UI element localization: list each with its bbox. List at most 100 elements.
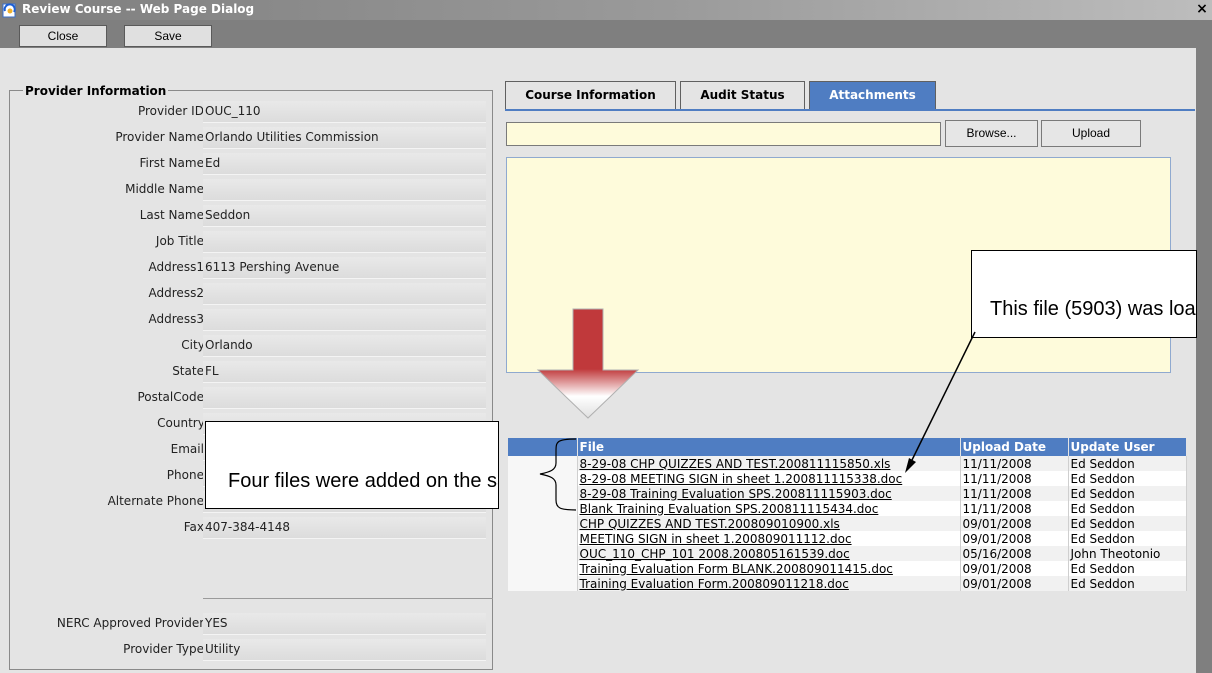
- upload-date-cell: 09/01/2008: [960, 531, 1069, 546]
- row-selector[interactable]: [508, 471, 578, 486]
- first-name-value: Ed: [203, 153, 486, 175]
- address2-value: [203, 283, 486, 305]
- table-row[interactable]: OUC_110_CHP_101 2008.200805161539.doc 05…: [508, 546, 1187, 561]
- file-link[interactable]: 8-29-08 CHP QUIZZES AND TEST.20081111585…: [577, 456, 961, 471]
- divider: [203, 598, 493, 599]
- provider-information-panel: Provider Information Provider ID: OUC_11…: [9, 84, 494, 670]
- close-button[interactable]: Close: [19, 25, 107, 47]
- last-name-row: Last Name: Seddon: [10, 202, 494, 228]
- save-button[interactable]: Save: [124, 25, 212, 47]
- table-row[interactable]: Training Evaluation Form BLANK.200809011…: [508, 561, 1187, 576]
- fax-value: 407-384-4148: [203, 517, 486, 539]
- file-link[interactable]: 8-29-08 Training Evaluation SPS.20081111…: [577, 486, 961, 501]
- tab-audit-status[interactable]: Audit Status: [680, 81, 805, 109]
- tab-attachments[interactable]: Attachments: [809, 81, 936, 109]
- table-row[interactable]: 8-29-08 MEETING SIGN in sheet 1.20081111…: [508, 471, 1187, 486]
- field-label: Alternate Phone:: [107, 494, 208, 508]
- field-label: Phone:: [166, 468, 208, 482]
- upload-date-cell: 11/11/2008: [960, 471, 1069, 486]
- table-header-row: File Upload Date Update User: [508, 438, 1187, 456]
- tab-underline: [505, 109, 1195, 111]
- address3-value: [203, 309, 486, 331]
- window-title: Review Course -- Web Page Dialog: [22, 2, 255, 16]
- column-header-file[interactable]: File: [577, 438, 961, 456]
- table-row[interactable]: Training Evaluation Form.200809011218.do…: [508, 576, 1187, 591]
- row-selector[interactable]: [508, 456, 578, 471]
- field-label: Address3:: [148, 312, 208, 326]
- field-label: Middle Name:: [125, 182, 208, 196]
- city-value: Orlando: [203, 335, 486, 357]
- row-selector[interactable]: [508, 516, 578, 531]
- state-value: FL: [203, 361, 486, 383]
- address3-row: Address3:: [10, 306, 494, 332]
- provider-type-row: Provider Type: Utility: [10, 636, 494, 662]
- title-bar: Review Course -- Web Page Dialog ×: [0, 0, 1212, 20]
- table-row[interactable]: MEETING SIGN in sheet 1.200809011112.doc…: [508, 531, 1187, 546]
- table-row[interactable]: 8-29-08 Training Evaluation SPS.20081111…: [508, 486, 1187, 501]
- state-row: State: FL: [10, 358, 494, 384]
- postal-code-row: PostalCode:: [10, 384, 494, 410]
- row-selector[interactable]: [508, 501, 578, 516]
- upload-date-cell: 09/01/2008: [960, 516, 1069, 531]
- close-window-icon[interactable]: ×: [1194, 1, 1210, 18]
- row-selector[interactable]: [508, 561, 578, 576]
- file-link[interactable]: Blank Training Evaluation SPS.2008111154…: [577, 501, 961, 516]
- nerc-approved-value: YES: [203, 613, 486, 635]
- job-title-value: [203, 231, 486, 253]
- table-row[interactable]: CHP QUIZZES AND TEST.200809010900.xls 09…: [508, 516, 1187, 531]
- upload-button[interactable]: Upload: [1041, 120, 1141, 147]
- field-label: Address1:: [148, 260, 208, 274]
- address1-value: 6113 Pershing Avenue: [203, 257, 486, 279]
- field-label: Provider Type:: [123, 642, 208, 656]
- update-user-cell: Ed Seddon: [1068, 456, 1187, 471]
- file-link[interactable]: MEETING SIGN in sheet 1.200809011112.doc: [577, 531, 961, 546]
- toolbar: Close Save: [0, 20, 1196, 48]
- ie-page-icon: [2, 3, 16, 18]
- middle-name-row: Middle Name:: [10, 176, 494, 202]
- last-name-value: Seddon: [203, 205, 486, 227]
- field-label: Job Title:: [155, 234, 208, 248]
- upload-date-cell: 11/11/2008: [960, 456, 1069, 471]
- file-link[interactable]: Training Evaluation Form.200809011218.do…: [577, 576, 961, 591]
- row-selector[interactable]: [508, 486, 578, 501]
- field-label: Provider Name:: [115, 130, 208, 144]
- browse-button[interactable]: Browse...: [945, 120, 1038, 147]
- callout-four-files: Four files were added on the same day: [205, 421, 499, 509]
- address1-row: Address1: 6113 Pershing Avenue: [10, 254, 494, 280]
- tab-course-information[interactable]: Course Information: [505, 81, 676, 109]
- file-link[interactable]: CHP QUIZZES AND TEST.200809010900.xls: [577, 516, 961, 531]
- update-user-cell: Ed Seddon: [1068, 486, 1187, 501]
- update-user-cell: John Theotonio: [1068, 546, 1187, 561]
- provider-name-value: Orlando Utilities Commission: [203, 127, 486, 149]
- row-selector[interactable]: [508, 546, 578, 561]
- provider-id-value: OUC_110: [203, 101, 486, 123]
- update-user-cell: Ed Seddon: [1068, 471, 1187, 486]
- nerc-approved-row: NERC Approved Provider: YES: [10, 610, 494, 636]
- file-link[interactable]: OUC_110_CHP_101 2008.200805161539.doc: [577, 546, 961, 561]
- file-link[interactable]: Training Evaluation Form BLANK.200809011…: [577, 561, 961, 576]
- table-row[interactable]: 8-29-08 CHP QUIZZES AND TEST.20081111585…: [508, 456, 1187, 471]
- callout-last-file: This file (5903) was loaded last: [971, 250, 1197, 338]
- job-title-row: Job Title:: [10, 228, 494, 254]
- attachments-table: File Upload Date Update User 8-29-08 CHP…: [508, 438, 1187, 591]
- middle-name-value: [203, 179, 486, 201]
- file-link[interactable]: 8-29-08 MEETING SIGN in sheet 1.20081111…: [577, 471, 961, 486]
- row-selector[interactable]: [508, 576, 578, 591]
- upload-date-cell: 09/01/2008: [960, 576, 1069, 591]
- file-path-input[interactable]: [506, 122, 941, 146]
- row-selector[interactable]: [508, 531, 578, 546]
- update-user-cell: Ed Seddon: [1068, 516, 1187, 531]
- field-label: Provider ID:: [137, 104, 208, 118]
- column-header-upload-date[interactable]: Upload Date: [960, 438, 1069, 456]
- field-label: Address2:: [148, 286, 208, 300]
- city-row: City: Orlando: [10, 332, 494, 358]
- table-row[interactable]: Blank Training Evaluation SPS.2008111154…: [508, 501, 1187, 516]
- callout-four-files-text: Four files were added on the same day: [228, 470, 498, 492]
- provider-type-value: Utility: [203, 639, 486, 661]
- column-header-update-user[interactable]: Update User: [1068, 438, 1187, 456]
- field-label: Country:: [157, 416, 208, 430]
- first-name-row: First Name: Ed: [10, 150, 494, 176]
- update-user-cell: Ed Seddon: [1068, 501, 1187, 516]
- vertical-scrollbar[interactable]: [1196, 20, 1212, 673]
- address2-row: Address2:: [10, 280, 494, 306]
